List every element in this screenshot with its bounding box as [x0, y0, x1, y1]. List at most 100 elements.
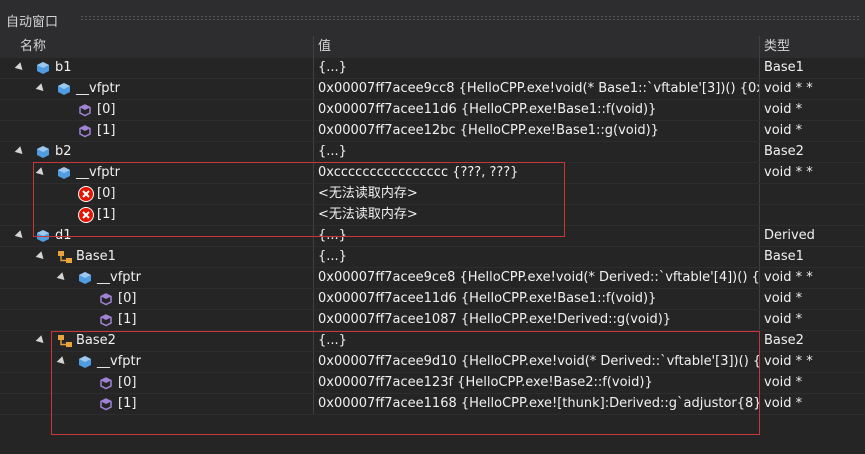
- watch-row[interactable]: __vfptr 0x00007ff7acee9cc8 {HelloCPP.exe!…: [0, 79, 865, 100]
- column-header-name[interactable]: 名称: [0, 36, 314, 58]
- watch-row[interactable]: b1 {...} Base1: [0, 58, 865, 79]
- watch-row-value: 0x00007ff7acee9d10 {HelloCPP.exe!void(* …: [318, 354, 760, 369]
- watch-row-type-cell: void * *: [760, 268, 865, 288]
- expand-arrow-icon[interactable]: [35, 83, 47, 94]
- watch-row-name: [1]: [97, 207, 116, 222]
- watch-row[interactable]: __vfptr 0x00007ff7acee9ce8 {HelloCPP.exe!…: [0, 268, 865, 289]
- watch-row-value-cell[interactable]: {...}: [314, 331, 760, 351]
- expand-arrow-icon[interactable]: [14, 230, 26, 241]
- watch-row[interactable]: [1] 0x00007ff7acee1168 {HelloCPP.exe![thu…: [0, 394, 865, 415]
- watch-row-value-cell[interactable]: 0x00007ff7acee11d6 {HelloCPP.exe!Base1::…: [314, 289, 760, 309]
- watch-row-value-cell[interactable]: 0x00007ff7acee1168 {HelloCPP.exe![thunk]…: [314, 394, 760, 414]
- watch-row-name-cell: [1]: [0, 394, 314, 414]
- watch-row-name: __vfptr: [97, 270, 141, 285]
- watch-row-name-cell: b2: [0, 142, 314, 162]
- watch-row[interactable]: [1] 0x00007ff7acee12bc {HelloCPP.exe!Base…: [0, 121, 865, 142]
- watch-row-value-cell[interactable]: {...}: [314, 247, 760, 267]
- member-icon: [99, 313, 113, 327]
- expand-arrow-icon[interactable]: [35, 251, 47, 262]
- expand-arrow-icon[interactable]: [56, 272, 68, 283]
- watch-row-type: void *: [764, 396, 803, 411]
- watch-row-type-cell: void * *: [760, 163, 865, 183]
- watch-row-name: [0]: [97, 186, 116, 201]
- watch-row-type-cell: void * *: [760, 79, 865, 99]
- watch-row-type: Base2: [764, 144, 804, 159]
- watch-row-value-cell[interactable]: 0x00007ff7acee11d6 {HelloCPP.exe!Base1::…: [314, 100, 760, 120]
- titlebar-grip[interactable]: [80, 15, 861, 21]
- watch-row-value: {...}: [318, 228, 347, 243]
- expand-arrow-icon[interactable]: [35, 335, 47, 346]
- watch-row-type: void *: [764, 102, 803, 117]
- watch-row-value-cell[interactable]: 0x00007ff7acee9ce8 {HelloCPP.exe!void(* …: [314, 268, 760, 288]
- watch-row-name-cell: __vfptr: [0, 163, 314, 183]
- column-header-value[interactable]: 值: [314, 36, 760, 58]
- window-title: 自动窗口: [6, 15, 59, 30]
- watch-row-value: 0xcccccccccccccccc {???, ???}: [318, 165, 519, 180]
- watch-row-type: void * *: [764, 165, 813, 180]
- expand-arrow-icon[interactable]: [56, 356, 68, 367]
- watch-row-value-cell[interactable]: {...}: [314, 142, 760, 162]
- watch-row-type-cell: void * *: [760, 352, 865, 372]
- expand-arrow-icon[interactable]: [14, 62, 26, 73]
- watch-row-value: {...}: [318, 249, 347, 264]
- watch-row-type: Base1: [764, 60, 804, 75]
- watch-row-type-cell: void *: [760, 289, 865, 309]
- watch-row-value-cell[interactable]: 0x00007ff7acee9cc8 {HelloCPP.exe!void(* …: [314, 79, 760, 99]
- expand-arrow-icon[interactable]: [14, 146, 26, 157]
- watch-row-value-cell[interactable]: {...}: [314, 58, 760, 78]
- watch-row-value: {...}: [318, 60, 347, 75]
- watch-row-value: <无法读取内存>: [318, 207, 418, 222]
- watch-row[interactable]: [0] 0x00007ff7acee123f {HelloCPP.exe!Base…: [0, 373, 865, 394]
- watch-row-name-cell: [0]: [0, 184, 314, 204]
- watch-row[interactable]: __vfptr 0x00007ff7acee9d10 {HelloCPP.exe!…: [0, 352, 865, 373]
- member-icon: [99, 397, 113, 411]
- watch-row-type: void * *: [764, 270, 813, 285]
- watch-row-name-cell: __vfptr: [0, 79, 314, 99]
- watch-row-value-cell[interactable]: 0xcccccccccccccccc {???, ???}: [314, 163, 760, 183]
- watch-row[interactable]: [0] <无法读取内存>: [0, 184, 865, 205]
- watch-row[interactable]: [0] 0x00007ff7acee11d6 {HelloCPP.exe!Base…: [0, 289, 865, 310]
- error-icon: [78, 186, 94, 202]
- object-icon: [57, 82, 71, 96]
- watch-row-type: void *: [764, 123, 803, 138]
- watch-row-value-cell[interactable]: <无法读取内存>: [314, 205, 760, 225]
- watch-row[interactable]: __vfptr 0xcccccccccccccccc {???, ???} void…: [0, 163, 865, 184]
- watch-row[interactable]: [1] 0x00007ff7acee1087 {HelloCPP.exe!Deri…: [0, 310, 865, 331]
- watch-row-value-cell[interactable]: 0x00007ff7acee12bc {HelloCPP.exe!Base1::…: [314, 121, 760, 141]
- watch-row-name: [1]: [97, 123, 116, 138]
- watch-row-type-cell: Base1: [760, 247, 865, 267]
- object-icon: [57, 166, 71, 180]
- watch-row-value-cell[interactable]: {...}: [314, 226, 760, 246]
- watch-row-name: b1: [55, 60, 72, 75]
- watch-row[interactable]: b2 {...} Base2: [0, 142, 865, 163]
- watch-row[interactable]: Base2 {...} Base2: [0, 331, 865, 352]
- error-icon: [78, 207, 94, 223]
- watch-row-value-cell[interactable]: <无法读取内存>: [314, 184, 760, 204]
- watch-row[interactable]: Base1 {...} Base1: [0, 247, 865, 268]
- watch-row-name-cell: [0]: [0, 373, 314, 393]
- watch-row-value-cell[interactable]: 0x00007ff7acee1087 {HelloCPP.exe!Derived…: [314, 310, 760, 330]
- member-icon: [99, 292, 113, 306]
- watch-row-name-cell: [1]: [0, 310, 314, 330]
- member-icon: [78, 103, 92, 117]
- watch-row-name: [1]: [118, 396, 137, 411]
- expand-arrow-icon[interactable]: [35, 167, 47, 178]
- watch-row-name: d1: [55, 228, 72, 243]
- watch-row-type-cell: Base2: [760, 142, 865, 162]
- watch-row[interactable]: [1] <无法读取内存>: [0, 205, 865, 226]
- watch-row-name-cell: b1: [0, 58, 314, 78]
- column-header-type[interactable]: 类型: [760, 36, 865, 58]
- watch-row[interactable]: [0] 0x00007ff7acee11d6 {HelloCPP.exe!Base…: [0, 100, 865, 121]
- watch-row-value: {...}: [318, 333, 347, 348]
- watch-row-value-cell[interactable]: 0x00007ff7acee9d10 {HelloCPP.exe!void(* …: [314, 352, 760, 372]
- watch-row-type-cell: [760, 205, 865, 225]
- watch-row-value: 0x00007ff7acee11d6 {HelloCPP.exe!Base1::…: [318, 291, 657, 306]
- watch-row-type: Base1: [764, 249, 804, 264]
- watch-row-value: 0x00007ff7acee9ce8 {HelloCPP.exe!void(* …: [318, 270, 760, 285]
- watch-row-type-cell: Base1: [760, 58, 865, 78]
- watch-row-value: 0x00007ff7acee9cc8 {HelloCPP.exe!void(* …: [318, 81, 760, 96]
- watch-row[interactable]: d1 {...} Derived: [0, 226, 865, 247]
- watch-row-value-cell[interactable]: 0x00007ff7acee123f {HelloCPP.exe!Base2::…: [314, 373, 760, 393]
- member-icon: [78, 124, 92, 138]
- watch-row-type-cell: Base2: [760, 331, 865, 351]
